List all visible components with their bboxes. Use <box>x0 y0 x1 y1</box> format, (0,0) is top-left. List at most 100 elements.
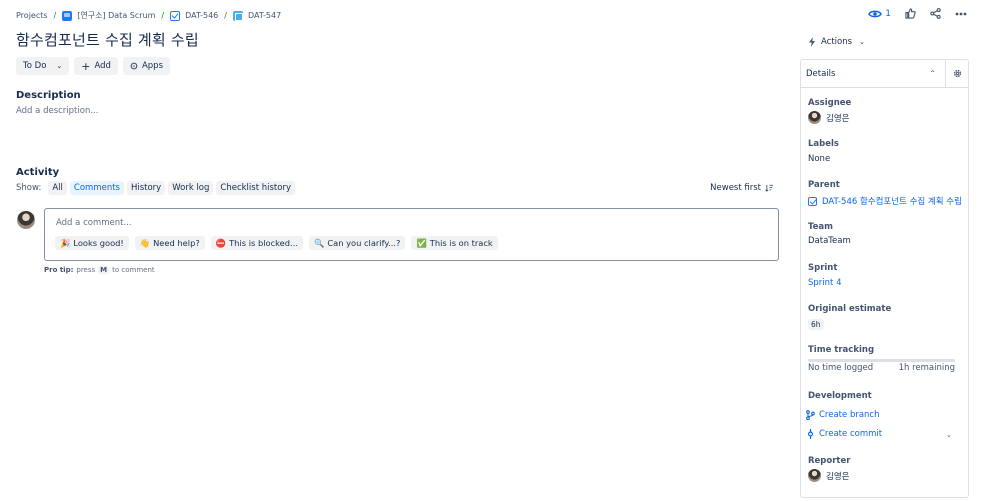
description-field[interactable]: Add a description... <box>16 106 98 116</box>
description-heading: Description <box>16 90 81 101</box>
apps-label: Apps <box>141 61 164 71</box>
breadcrumb-projects[interactable]: Projects <box>16 11 48 20</box>
filter-work-log[interactable]: Work log <box>168 181 214 195</box>
breadcrumb-separator: / <box>53 11 57 20</box>
assignee-field[interactable]: 김영은 <box>808 111 849 124</box>
branch-icon <box>806 410 815 420</box>
issue-action-bar: To Do ⌄ + Add Apps <box>16 57 171 75</box>
show-label: Show: <box>16 183 42 193</box>
issue-toolbar: 1 <box>868 8 967 19</box>
thumbs-up-icon[interactable] <box>905 8 916 19</box>
chevron-up-icon[interactable]: ⌃ <box>929 69 936 78</box>
comment-input[interactable]: Add a comment... <box>56 218 132 228</box>
quick-reply-blocked[interactable]: ⛔ This is blocked... <box>210 236 303 250</box>
quick-reply-looks-good[interactable]: 🎉 Looks good! <box>55 236 129 250</box>
breadcrumb-project[interactable]: [연구소] Data Scrum <box>77 10 155 21</box>
status-label: To Do <box>23 61 47 71</box>
reporter-value: 김영은 <box>826 471 850 482</box>
time-tracking-bar[interactable] <box>808 359 955 362</box>
project-icon <box>62 10 73 21</box>
pro-tip-label: Pro tip: <box>44 266 74 274</box>
sort-icon <box>765 184 774 192</box>
no-entry-icon: ⛔ <box>215 237 227 248</box>
parent-value: DAT-546 함수컴포넌트 수집 계획 수립 <box>822 197 962 207</box>
details-header[interactable]: Details ⌃ <box>801 60 968 88</box>
magnifier-icon: 🔍 <box>313 237 325 248</box>
task-icon <box>808 196 817 206</box>
breadcrumb: Projects / [연구소] Data Scrum / DAT-546 / … <box>16 10 281 21</box>
time-remaining: 1h remaining <box>898 363 955 373</box>
breadcrumb-separator: / <box>161 11 165 20</box>
team-value[interactable]: DataTeam <box>808 236 851 246</box>
quick-reply-text: This is blocked... <box>229 238 298 248</box>
sprint-label: Sprint <box>808 263 838 273</box>
filter-checklist-history[interactable]: Checklist history <box>216 181 295 195</box>
details-title: Details <box>806 68 836 79</box>
party-icon: 🎉 <box>60 237 71 248</box>
breadcrumb-issue[interactable]: DAT-547 <box>248 11 281 20</box>
quick-reply-text: This is on track <box>429 238 493 248</box>
activity-filter: Show: All Comments History Work log Chec… <box>16 181 295 195</box>
filter-all[interactable]: All <box>48 181 67 195</box>
add-button[interactable]: + Add <box>74 57 118 75</box>
create-commit-link[interactable]: Create commit <box>806 429 882 439</box>
eye-icon <box>868 10 883 17</box>
page-title[interactable]: 함수컴포넌트 수집 계획 수립 <box>16 29 199 50</box>
chevron-down-icon: ⌄ <box>859 38 865 46</box>
create-branch-label: Create branch <box>819 410 880 420</box>
create-branch-link[interactable]: Create branch <box>806 410 880 420</box>
task-icon <box>170 10 181 21</box>
share-icon[interactable] <box>930 8 941 19</box>
reporter-field[interactable]: 김영은 <box>808 469 849 482</box>
gear-icon[interactable] <box>945 60 968 87</box>
quick-reply-on-track[interactable]: ✅ This is on track <box>411 236 498 250</box>
add-label: Add <box>94 61 111 71</box>
assignee-label: Assignee <box>808 98 852 108</box>
filter-comments[interactable]: Comments <box>69 181 124 195</box>
time-logged: No time logged <box>808 363 874 373</box>
shortcut-key: M <box>98 266 110 274</box>
assignee-value: 김영은 <box>826 113 850 124</box>
quick-reply-need-help[interactable]: 👋 Need help? <box>134 236 205 250</box>
avatar <box>808 469 821 482</box>
quick-reply-text: Can you clarify...? <box>327 238 401 248</box>
actions-button[interactable]: Actions ⌄ <box>808 37 865 47</box>
breadcrumb-separator: / <box>224 11 227 20</box>
avatar <box>808 111 821 124</box>
pro-tip-press: press <box>76 266 96 274</box>
apps-icon <box>130 62 138 70</box>
activity-heading: Activity <box>16 167 60 178</box>
labels-label: Labels <box>808 139 839 149</box>
reporter-label: Reporter <box>808 456 851 466</box>
labels-value[interactable]: None <box>808 154 830 164</box>
subtask-icon <box>232 10 243 21</box>
quick-reply-text: Need help? <box>153 238 200 248</box>
more-icon[interactable] <box>955 12 967 16</box>
pro-tip: Pro tip: press M to comment <box>44 266 155 274</box>
estimate-field[interactable]: 6h <box>808 319 824 330</box>
chevron-down-icon: ⌄ <box>56 62 63 70</box>
sort-button[interactable]: Newest first <box>710 183 774 193</box>
filter-history[interactable]: History <box>126 181 166 195</box>
sprint-value[interactable]: Sprint 4 <box>808 278 841 288</box>
watch-button[interactable]: 1 <box>868 9 891 19</box>
estimate-value: 6h <box>808 319 824 330</box>
quick-reply-clarify[interactable]: 🔍 Can you clarify...? <box>308 236 406 250</box>
time-tracking-values: No time logged 1h remaining <box>808 363 955 373</box>
estimate-label: Original estimate <box>808 304 892 314</box>
development-label: Development <box>808 391 872 401</box>
sort-label: Newest first <box>710 183 761 193</box>
breadcrumb-parent[interactable]: DAT-546 <box>185 11 218 20</box>
apps-button[interactable]: Apps <box>122 57 171 75</box>
plus-icon: + <box>81 59 91 73</box>
chevron-down-icon[interactable]: ⌄ <box>946 431 952 439</box>
parent-link[interactable]: DAT-546 함수컴포넌트 수집 계획 수립 <box>808 195 962 207</box>
parent-label: Parent <box>808 180 840 190</box>
pro-tip-tail: to comment <box>112 266 155 274</box>
check-mark-icon: ✅ <box>416 237 427 248</box>
comment-box[interactable]: Add a comment... 🎉 Looks good! 👋 Need help… <box>44 208 779 261</box>
status-button[interactable]: To Do ⌄ <box>16 57 70 75</box>
create-commit-label: Create commit <box>819 429 883 439</box>
team-label: Team <box>808 222 834 232</box>
time-tracking-label: Time tracking <box>808 345 875 355</box>
